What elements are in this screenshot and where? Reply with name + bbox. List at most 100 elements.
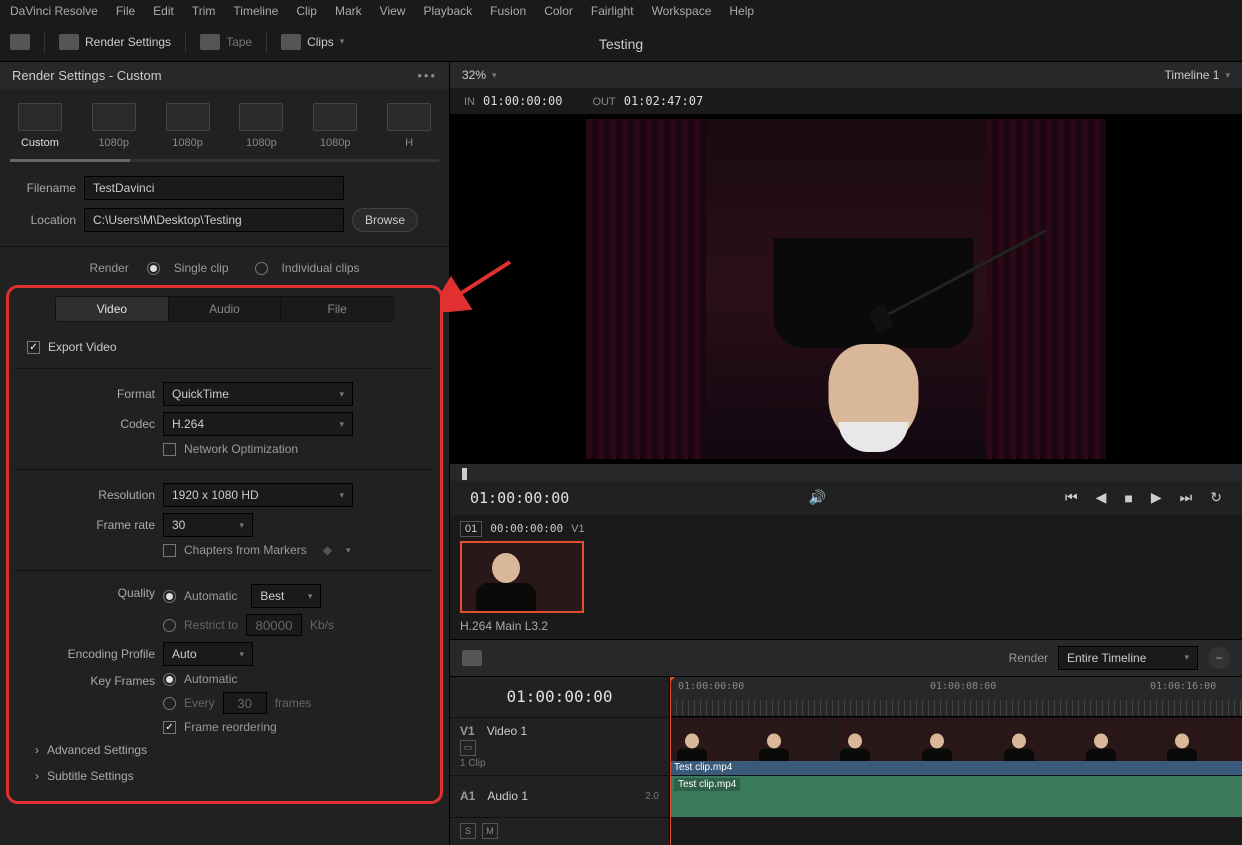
project-title: Testing [599,36,643,52]
framerate-select[interactable]: 30▾ [163,513,253,537]
clapboard-icon [59,34,79,50]
browse-button[interactable]: Browse [352,208,418,232]
codec-select[interactable]: H.264▾ [163,412,353,436]
viewer-canvas[interactable] [450,114,1242,464]
track-lock-icon[interactable]: ▭ [460,740,476,756]
volume-icon[interactable]: 🔊 [808,489,825,506]
panel-title: Render Settings - Custom [12,68,162,83]
preset-twitter[interactable]: 1080p [231,103,291,149]
menu-help[interactable]: Help [729,4,754,18]
menu-davinci-resolve[interactable]: DaVinci Resolve [10,4,98,18]
clip-number-badge: 01 [460,521,482,537]
loop-button[interactable]: ↻ [1210,489,1222,506]
stop-button[interactable]: ■ [1124,490,1132,506]
preset-h[interactable]: H [379,103,439,149]
menu-playback[interactable]: Playback [423,4,472,18]
individual-clips-radio[interactable] [255,262,268,275]
location-label: Location [16,213,76,227]
tab-video[interactable]: Video [56,297,169,321]
menu-fairlight[interactable]: Fairlight [591,4,634,18]
clip-thumbnail[interactable] [460,541,584,613]
tape-tool[interactable]: Tape [200,34,252,50]
filename-label: Filename [16,181,76,195]
filename-input[interactable] [84,176,344,200]
menu-fusion[interactable]: Fusion [490,4,526,18]
panel-menu-icon[interactable]: ••• [417,68,437,83]
a1-track[interactable]: Test clip.mp4 [670,775,1242,817]
chevron-down-icon[interactable]: ▾ [492,70,497,81]
menu-color[interactable]: Color [544,4,573,18]
render-label: Render [89,261,128,275]
step-back-button[interactable]: ◀ [1096,489,1107,506]
kf-every-radio[interactable] [163,697,176,710]
quality-best-select[interactable]: Best▾ [251,584,321,608]
play-button[interactable]: ▶ [1151,489,1162,506]
mute-button[interactable]: M [482,823,498,839]
quality-auto-radio[interactable] [163,590,176,603]
tab-file[interactable]: File [281,297,393,321]
timeline-view-icon[interactable] [462,650,482,666]
bitrate-input[interactable] [246,614,302,636]
marker-icon: ◆ [323,543,332,557]
current-timecode[interactable]: 01:00:00:00 [470,489,569,507]
menu-view[interactable]: View [380,4,406,18]
render-range-select[interactable]: Entire Timeline▾ [1058,646,1198,670]
menu-mark[interactable]: Mark [335,4,362,18]
tab-audio[interactable]: Audio [169,297,282,321]
network-opt-checkbox[interactable] [163,443,176,456]
preset-vimeo[interactable]: 1080p [158,103,218,149]
clips-tool[interactable]: Clips ▾ [281,34,344,50]
enc-profile-select[interactable]: Auto▾ [163,642,253,666]
location-input[interactable] [84,208,344,232]
preset-dropbox[interactable]: 1080p [305,103,365,149]
timeline-dropdown[interactable]: Timeline 1▾ [1165,68,1230,82]
quality-restrict-radio[interactable] [163,619,176,632]
preset-custom[interactable]: Custom [10,103,70,149]
kf-auto-radio[interactable] [163,673,176,686]
menu-edit[interactable]: Edit [153,4,174,18]
a1-track-header[interactable]: A1 Audio 1 2.0 [450,775,669,817]
scrub-bar[interactable] [450,464,1242,481]
out-timecode: 01:02:47:07 [624,94,703,108]
in-timecode: 01:00:00:00 [483,94,562,108]
preset-scrollbar[interactable] [10,159,439,162]
zoom-level[interactable]: 32% [462,68,486,82]
menu-timeline[interactable]: Timeline [233,4,278,18]
export-video-checkbox[interactable]: ✓ [27,341,40,354]
single-clip-radio[interactable] [147,262,160,275]
next-clip-button[interactable]: ⏭ [1180,489,1193,506]
v1-track-header[interactable]: V1Video 1 ▭ 1 Clip [450,717,669,775]
clip-timecode: 00:00:00:00 [490,522,563,535]
preset-list: Custom 1080p 1080p 1080p 1080p H [0,89,449,155]
chapters-checkbox[interactable] [163,544,176,557]
timeline-head-timecode[interactable]: 01:00:00:00 [450,677,669,717]
preset-youtube[interactable]: 1080p [84,103,144,149]
prev-clip-button[interactable]: ⏮ [1065,489,1078,506]
v1-track[interactable]: Test clip.mp4 [670,717,1242,775]
playhead[interactable] [670,677,671,845]
solo-button[interactable]: S [460,823,476,839]
kf-value-input[interactable] [223,692,267,714]
menu-workspace[interactable]: Workspace [652,4,712,18]
chevron-down-icon: ▾ [340,36,345,47]
video-clip-label: Test clip.mp4 [670,761,1242,775]
menu-trim[interactable]: Trim [192,4,216,18]
render-settings-panel: Render Settings - Custom ••• Custom 1080p… [0,62,450,845]
chevron-down-icon[interactable]: ▾ [346,545,351,556]
menu-clip[interactable]: Clip [296,4,317,18]
workspace-icon[interactable] [10,34,30,50]
clip-track: V1 [571,523,584,535]
subtitle-settings-toggle[interactable]: › Subtitle Settings [15,763,434,789]
menu-file[interactable]: File [116,4,135,18]
render-settings-tool[interactable]: Render Settings [59,34,171,50]
menubar: DaVinci Resolve File Edit Trim Timeline Clip M… [0,0,1242,22]
minus-button[interactable]: − [1208,647,1230,669]
tape-icon [200,34,220,50]
advanced-settings-toggle[interactable]: › Advanced Settings [15,737,434,763]
chevron-right-icon: › [35,769,39,783]
timeline-ruler[interactable]: 01:00:00:00 01:00:08:00 01:00:16:00 [670,677,1242,717]
format-select[interactable]: QuickTime▾ [163,382,353,406]
resolution-select[interactable]: 1920 x 1080 HD▾ [163,483,353,507]
frame-reorder-checkbox[interactable]: ✓ [163,721,176,734]
audio-clip-label: Test clip.mp4 [674,778,740,791]
